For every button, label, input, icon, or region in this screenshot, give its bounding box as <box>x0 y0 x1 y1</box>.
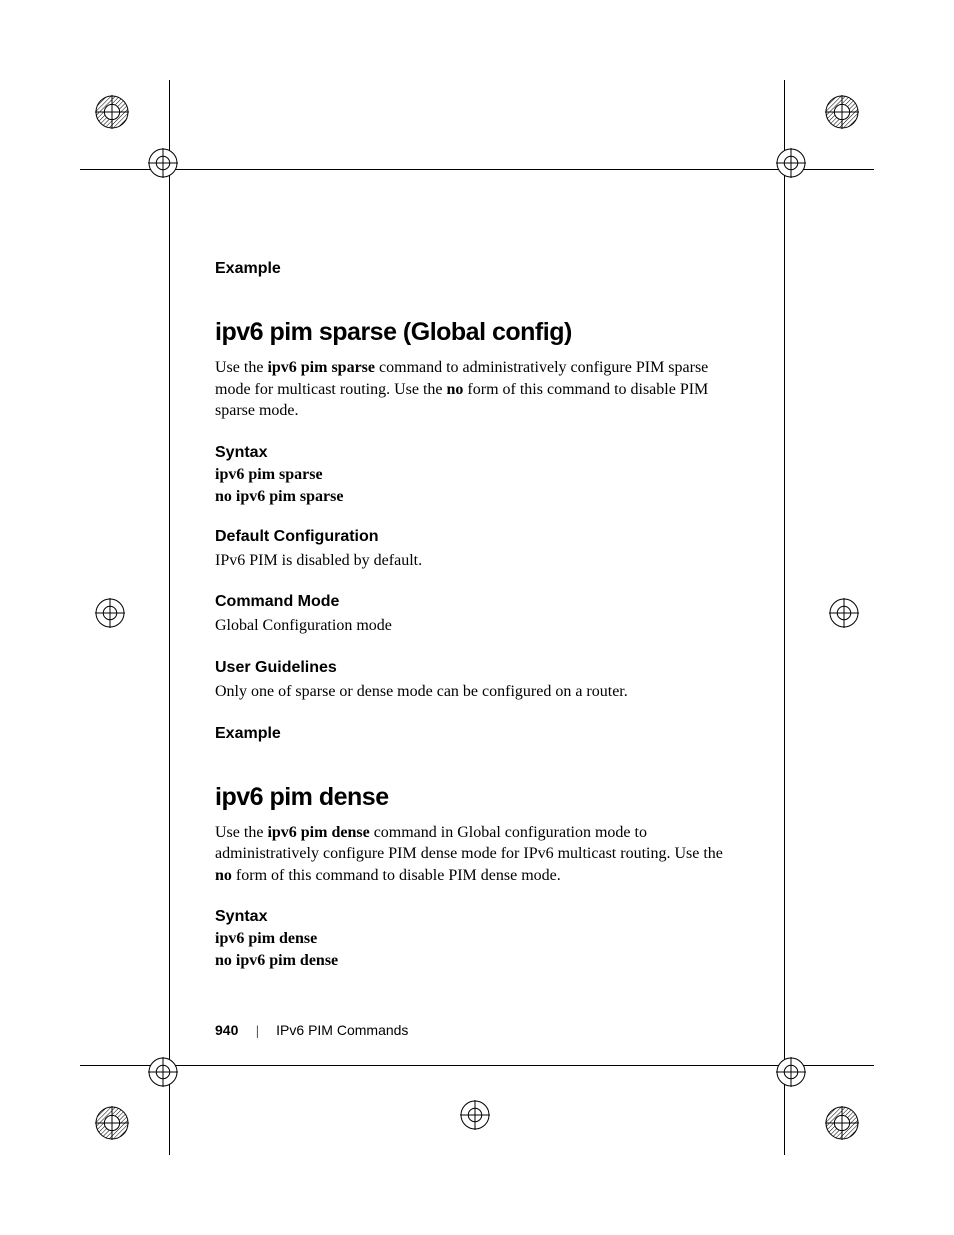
cmd-name-sparse: ipv6 pim sparse <box>267 359 375 376</box>
reg-mark-mid-right-icon <box>829 598 859 628</box>
footer-separator: | <box>256 1024 259 1039</box>
syntax-line: ipv6 pim dense <box>215 930 735 948</box>
crop-line-top <box>80 169 874 170</box>
text: Use the <box>215 824 267 841</box>
reg-mark-ne-outer-icon <box>825 95 859 129</box>
reg-mark-se-inner-icon <box>776 1057 806 1087</box>
paragraph-command-mode: Global Configuration mode <box>215 615 735 637</box>
heading-ipv6-pim-dense: ipv6 pim dense <box>215 783 735 812</box>
crop-line-left <box>169 80 170 1155</box>
crop-line-bottom <box>80 1065 874 1066</box>
keyword-no: no <box>215 867 232 884</box>
heading-user-guidelines: User Guidelines <box>215 659 735 677</box>
syntax-line: no ipv6 pim dense <box>215 952 735 970</box>
heading-example: Example <box>215 725 735 743</box>
syntax-line: no ipv6 pim sparse <box>215 488 735 506</box>
crop-line-right <box>784 80 785 1155</box>
heading-default-configuration: Default Configuration <box>215 528 735 546</box>
text: Use the <box>215 359 267 376</box>
reg-mark-sw-inner-icon <box>148 1057 178 1087</box>
reg-mark-se-outer-icon <box>825 1106 859 1140</box>
reg-mark-mid-bottom-icon <box>460 1100 490 1130</box>
paragraph-user-guidelines: Only one of sparse or dense mode can be … <box>215 681 735 703</box>
paragraph-sparse-description: Use the ipv6 pim sparse command to admin… <box>215 357 735 422</box>
page-number: 940 <box>215 1022 238 1038</box>
paragraph-dense-description: Use the ipv6 pim dense command in Global… <box>215 822 735 887</box>
paragraph-default-configuration: IPv6 PIM is disabled by default. <box>215 550 735 572</box>
text: form of this command to disable PIM dens… <box>232 867 561 884</box>
heading-example: Example <box>215 260 735 278</box>
reg-mark-nw-inner-icon <box>148 148 178 178</box>
page-content: Example ipv6 pim sparse (Global config) … <box>215 260 735 974</box>
reg-mark-nw-outer-icon <box>95 95 129 129</box>
heading-syntax: Syntax <box>215 908 735 926</box>
footer-title: IPv6 PIM Commands <box>276 1022 408 1038</box>
heading-command-mode: Command Mode <box>215 593 735 611</box>
heading-ipv6-pim-sparse: ipv6 pim sparse (Global config) <box>215 318 735 347</box>
reg-mark-sw-outer-icon <box>95 1106 129 1140</box>
cmd-name-dense: ipv6 pim dense <box>267 824 369 841</box>
keyword-no: no <box>447 381 464 398</box>
reg-mark-ne-inner-icon <box>776 148 806 178</box>
page-footer: 940 | IPv6 PIM Commands <box>215 1022 408 1040</box>
reg-mark-mid-left-icon <box>95 598 125 628</box>
syntax-line: ipv6 pim sparse <box>215 466 735 484</box>
heading-syntax: Syntax <box>215 444 735 462</box>
